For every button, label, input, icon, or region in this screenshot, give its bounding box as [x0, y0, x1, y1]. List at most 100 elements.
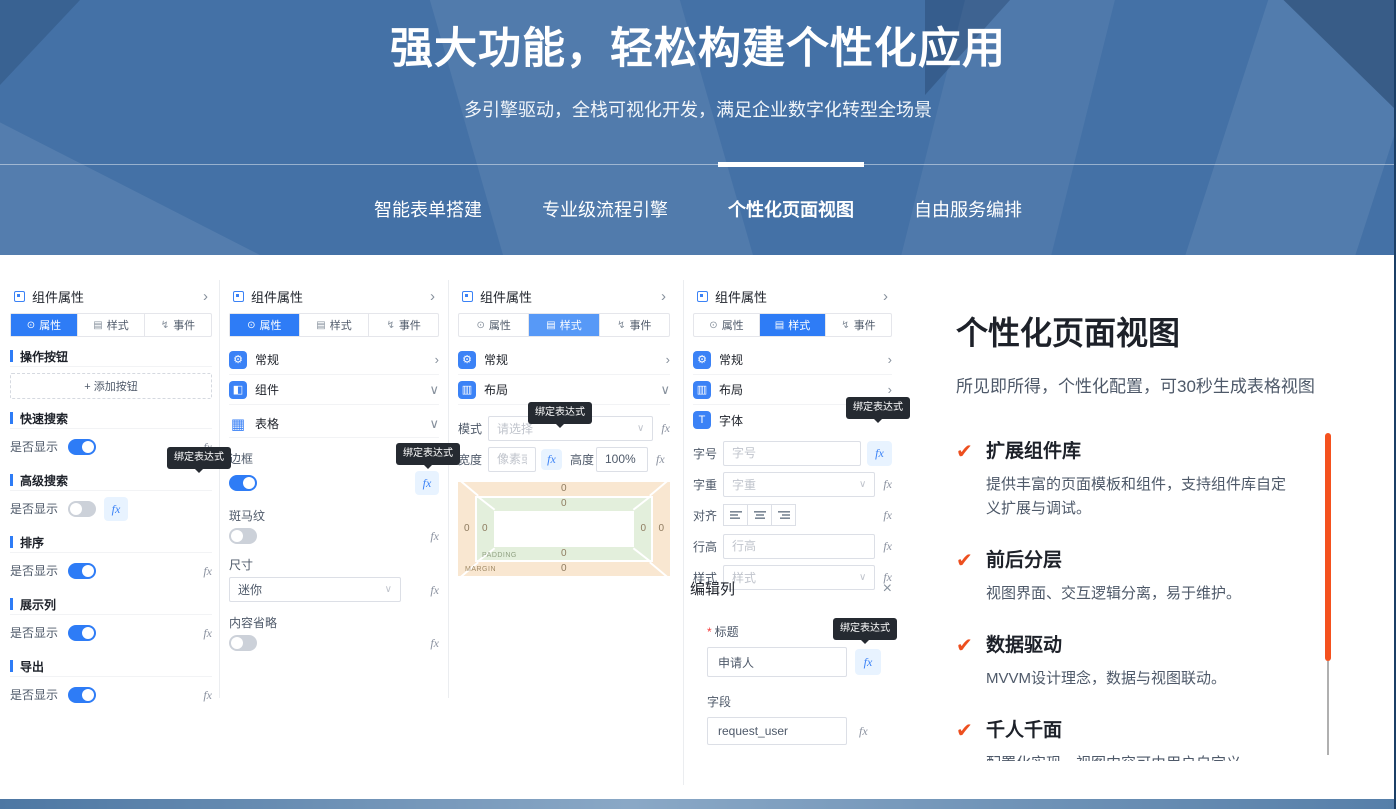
group-general[interactable]: ⚙ 常规 ›	[458, 345, 670, 375]
fx-expression-button[interactable]: fx	[867, 441, 892, 466]
group-component[interactable]: ◧ 组件 ∨	[229, 375, 439, 405]
visibility-toggle[interactable]	[68, 501, 96, 517]
tab-properties[interactable]: ⊙属性	[230, 314, 300, 336]
add-button[interactable]: + 添加按钮	[10, 373, 212, 399]
group-general[interactable]: ⚙ 常规 ›	[693, 345, 892, 375]
close-icon[interactable]: ×	[883, 581, 892, 597]
fx-expression-icon[interactable]: fx	[859, 725, 868, 737]
column-field-input[interactable]	[707, 717, 847, 745]
tab-label: 事件	[173, 317, 195, 333]
fx-expression-button[interactable]: fx	[541, 449, 562, 470]
visibility-toggle[interactable]	[68, 625, 96, 641]
visibility-toggle[interactable]	[68, 687, 96, 703]
feature-heading: 扩展组件库	[986, 441, 1298, 463]
tab-properties[interactable]: ⊙属性	[694, 314, 760, 336]
tab-personalized-view[interactable]: 个性化页面视图	[728, 165, 854, 222]
fx-expression-icon[interactable]: fx	[430, 584, 439, 596]
fx-expression-button[interactable]: fx	[855, 649, 881, 675]
group-label: 字体	[719, 412, 743, 429]
group-label: 布局	[719, 381, 743, 398]
width-input[interactable]	[488, 447, 536, 472]
padding-left-value[interactable]: 0	[482, 524, 488, 534]
align-left-button[interactable]	[723, 504, 748, 526]
padding-right-value[interactable]: 0	[640, 524, 646, 534]
tab-properties[interactable]: ⊙属性	[11, 314, 78, 336]
section-title: 展示列	[20, 596, 56, 613]
visibility-toggle[interactable]	[68, 563, 96, 579]
scrollbar-track[interactable]	[1327, 661, 1329, 755]
toggle-knob	[231, 637, 243, 649]
ellipsis-toggle[interactable]	[229, 635, 257, 651]
component-group-icon: ◧	[229, 381, 247, 399]
tab-service-orchestration[interactable]: 自由服务编排	[914, 165, 1022, 222]
tab-style[interactable]: ▤样式	[300, 314, 370, 336]
panel-divider	[683, 280, 684, 785]
border-toggle[interactable]	[229, 475, 257, 491]
fx-expression-icon[interactable]: fx	[883, 540, 892, 552]
fx-expression-icon[interactable]: fx	[203, 627, 212, 639]
section-accent-bar	[10, 350, 13, 362]
tab-style[interactable]: ▤样式	[760, 314, 826, 336]
field-label: 字重	[693, 476, 723, 493]
zebra-toggle[interactable]	[229, 528, 257, 544]
section-export: 导出 是否显示 fx	[10, 656, 212, 709]
height-input[interactable]	[596, 447, 648, 472]
chevron-right-icon[interactable]: ›	[883, 289, 888, 304]
column-title-input[interactable]	[707, 647, 847, 677]
visibility-toggle[interactable]	[68, 439, 96, 455]
fx-expression-icon[interactable]: fx	[430, 530, 439, 542]
align-right-button[interactable]	[771, 504, 796, 526]
align-center-button[interactable]	[747, 504, 772, 526]
tab-events[interactable]: ↯事件	[145, 314, 211, 336]
margin-bottom-value[interactable]: 0	[561, 564, 567, 574]
required-mark: *	[707, 625, 712, 639]
group-layout[interactable]: ▥ 布局 ∨	[458, 375, 670, 405]
tab-properties[interactable]: ⊙属性	[459, 314, 529, 336]
chevron-right-icon[interactable]: ›	[203, 289, 208, 304]
tab-events[interactable]: ↯事件	[826, 314, 891, 336]
section-title: 排序	[20, 534, 44, 551]
fx-expression-icon[interactable]: fx	[203, 565, 212, 577]
margin-right-value[interactable]: 0	[658, 524, 664, 534]
font-size-input[interactable]	[723, 441, 861, 466]
fx-expression-button[interactable]: fx	[104, 497, 128, 521]
panel-title: 组件属性	[251, 287, 303, 306]
field-font-size: 字号 fx	[693, 440, 892, 466]
fx-expression-icon[interactable]: fx	[656, 453, 665, 465]
fx-expression-icon[interactable]: fx	[883, 509, 892, 521]
fx-expression-icon[interactable]: fx	[430, 637, 439, 649]
bind-expression-tooltip: 绑定表达式	[846, 397, 910, 419]
margin-left-value[interactable]: 0	[464, 524, 470, 534]
padding-bottom-value[interactable]: 0	[561, 549, 567, 559]
tab-style[interactable]: ▤样式	[78, 314, 145, 336]
field-zebra: 斑马纹 fx	[229, 507, 439, 544]
padding-top-value[interactable]: 0	[561, 499, 567, 509]
table-icon: ▦	[229, 415, 247, 433]
component-props-panel-1: 组件属性 › ⊙属性 ▤样式 ↯事件 操作按钮 + 添加按钮 快速搜索 是否显示…	[10, 286, 212, 709]
font-weight-select[interactable]: 字重 ∨	[723, 472, 875, 497]
panel-tab-bar: ⊙属性 ▤样式 ↯事件	[229, 313, 439, 337]
tab-style[interactable]: ▤样式	[529, 314, 599, 336]
fx-expression-icon[interactable]: fx	[661, 422, 670, 434]
size-select[interactable]: 迷你 ∨	[229, 577, 401, 602]
diagonal	[459, 480, 479, 497]
tab-label: 属性	[489, 317, 511, 333]
chevron-right-icon[interactable]: ›	[661, 289, 666, 304]
fx-expression-icon[interactable]: fx	[883, 478, 892, 490]
fx-expression-button[interactable]: fx	[415, 471, 439, 495]
fx-expression-icon[interactable]: fx	[203, 689, 212, 701]
scrollbar-thumb[interactable]	[1325, 433, 1331, 661]
margin-top-value[interactable]: 0	[561, 484, 567, 494]
panel-header: 组件属性 ›	[229, 286, 439, 306]
tab-smart-form[interactable]: 智能表单搭建	[374, 165, 482, 222]
toggle-row: 是否显示 fx	[10, 556, 212, 585]
tab-process-engine[interactable]: 专业级流程引擎	[542, 165, 668, 222]
group-general[interactable]: ⚙ 常规 ›	[229, 345, 439, 375]
tab-label: 事件	[399, 317, 421, 333]
tab-events[interactable]: ↯事件	[369, 314, 438, 336]
tab-events[interactable]: ↯事件	[600, 314, 669, 336]
group-label: 常规	[255, 351, 279, 368]
chevron-right-icon[interactable]: ›	[430, 289, 435, 304]
subgroup-table[interactable]: ▦ 表格 ∨	[229, 410, 439, 438]
line-height-input[interactable]	[723, 534, 875, 559]
